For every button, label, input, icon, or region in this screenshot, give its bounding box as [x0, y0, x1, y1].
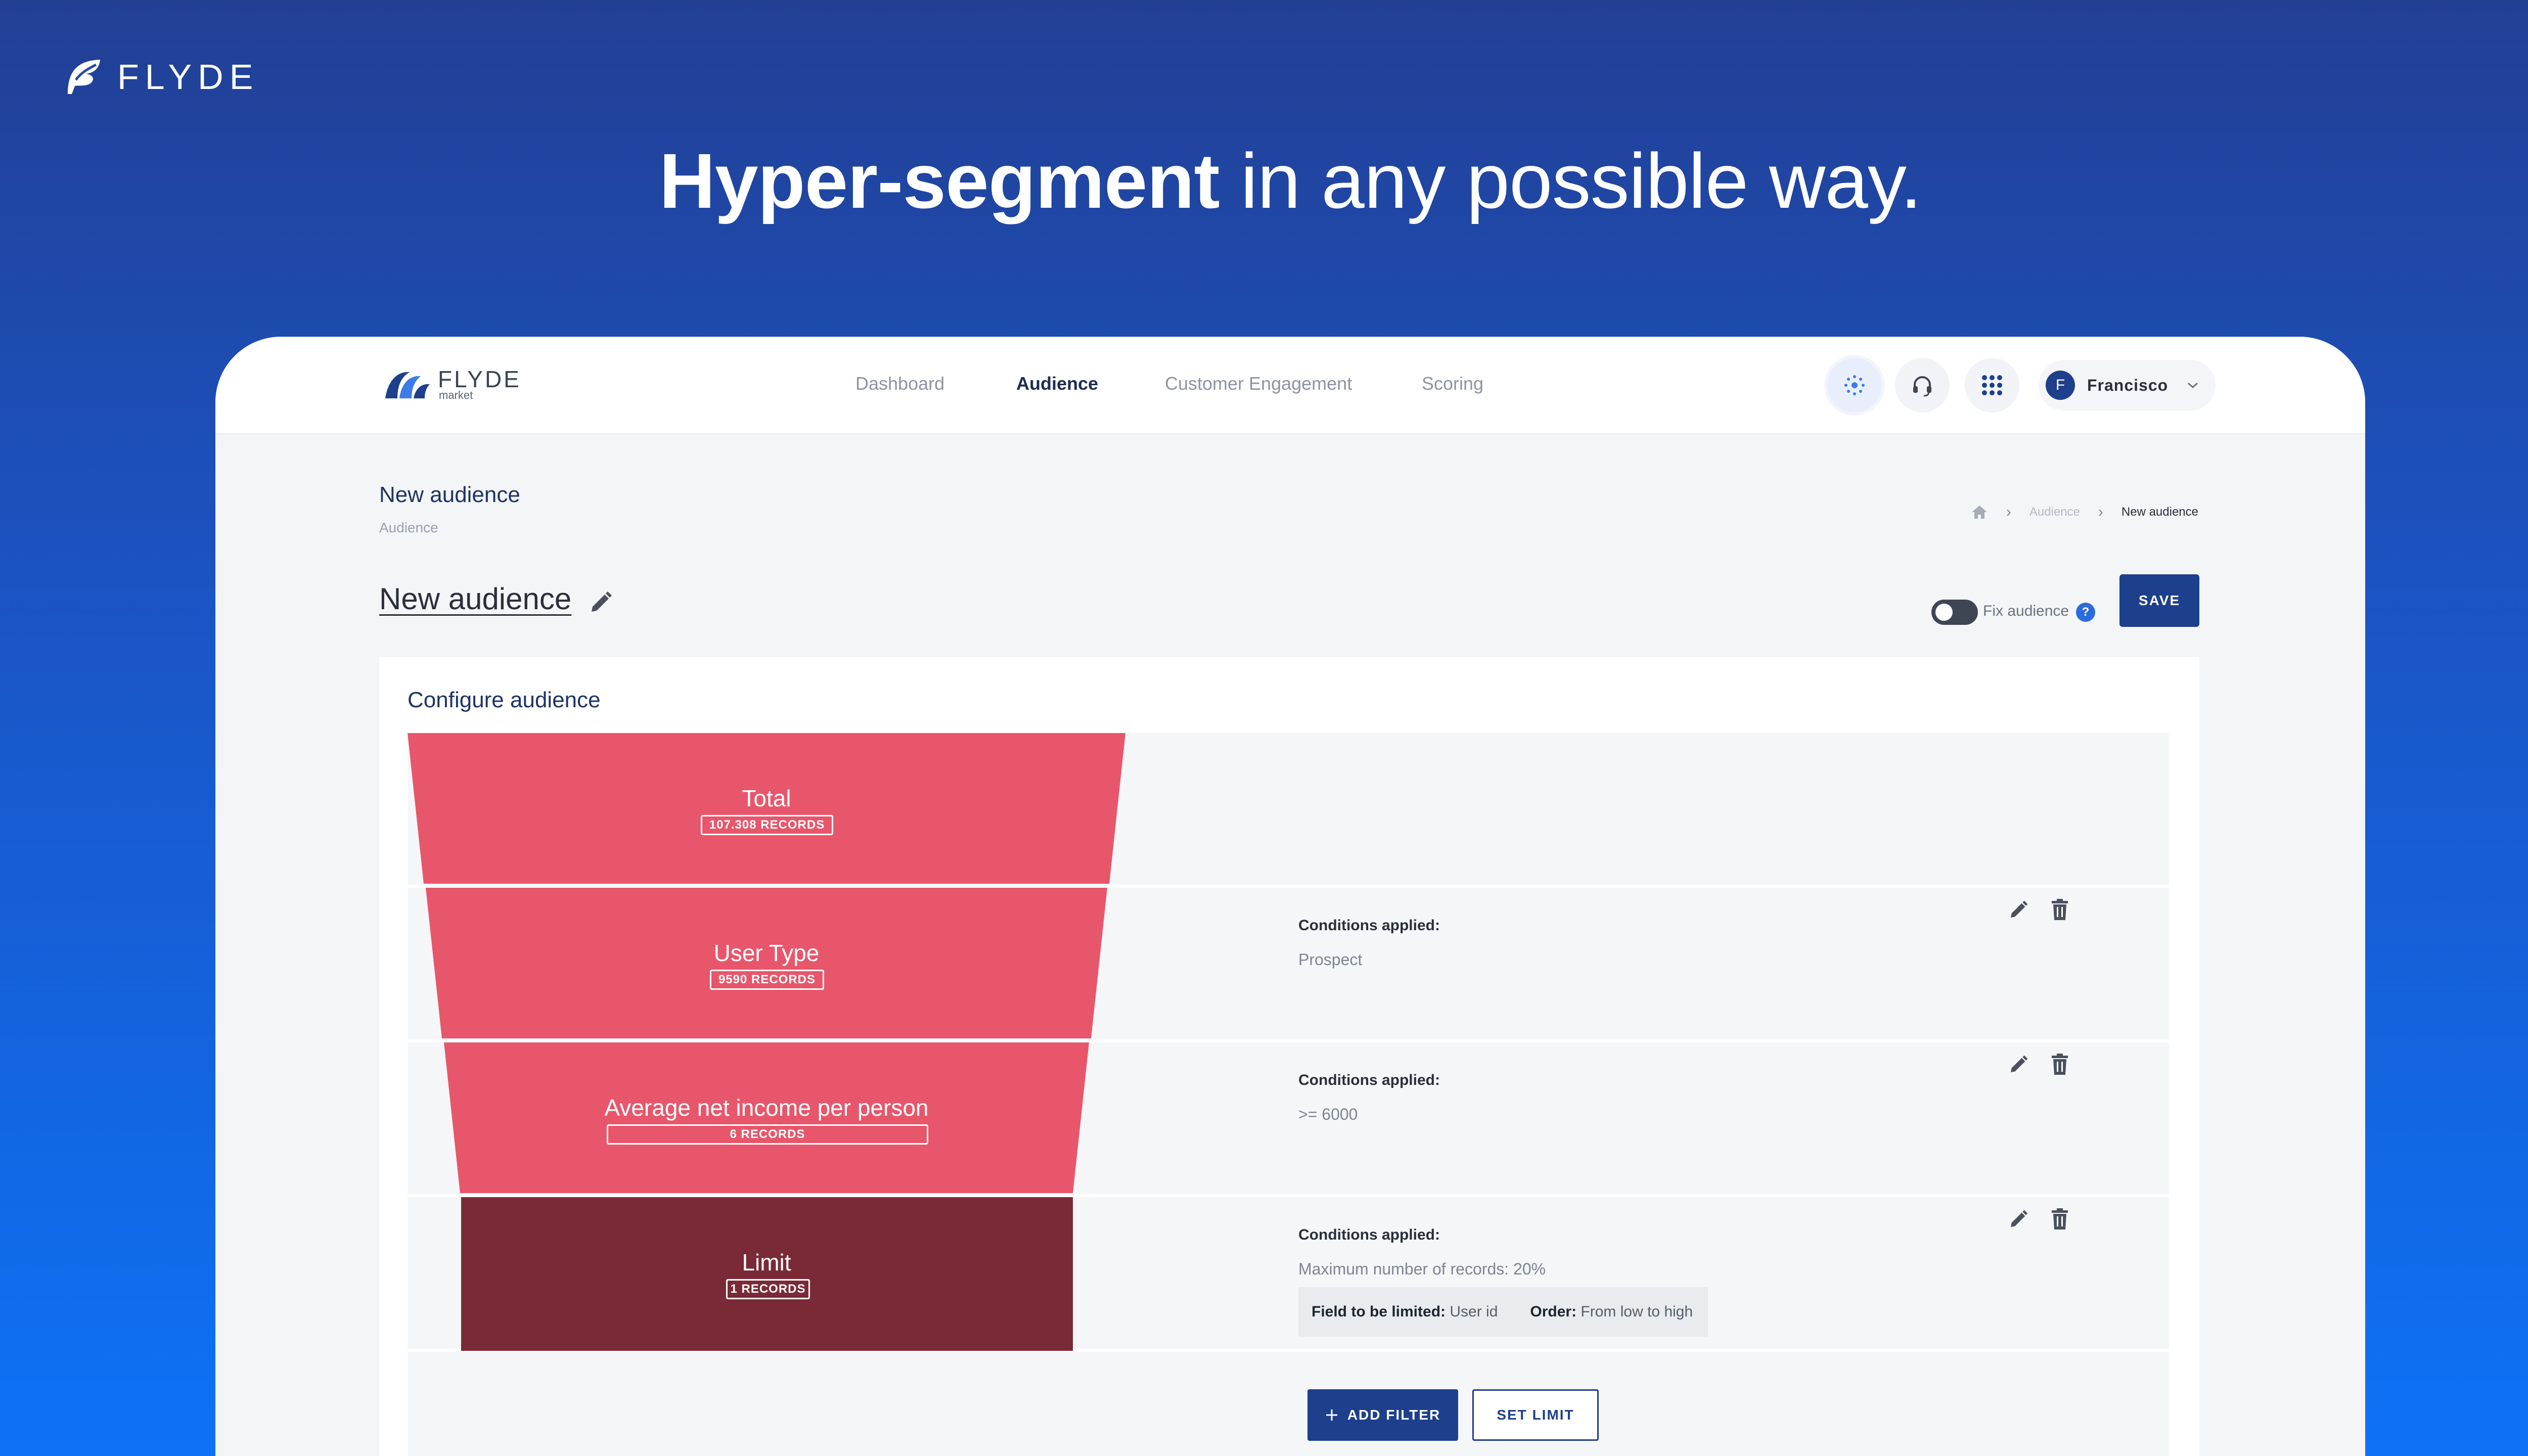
- nav-audience[interactable]: Audience: [1016, 373, 1098, 394]
- stage-records-total: 107.308 RECORDS: [701, 815, 833, 835]
- audience-name[interactable]: New audience: [379, 581, 571, 616]
- trash-icon[interactable]: [2051, 899, 2069, 920]
- edit-icon[interactable]: [2008, 900, 2028, 920]
- help-icon[interactable]: ?: [2076, 603, 2095, 622]
- fix-audience-label: Fix audience: [1983, 603, 2069, 619]
- stage-label-total: Total: [742, 785, 791, 811]
- limit-field: Field to be limited: User id: [1312, 1303, 1498, 1321]
- configure-audience-card: Configure audience Total 107.308 RECORDS…: [379, 657, 2199, 1456]
- top-navbar: FLYDE market Dashboard Audience Customer…: [215, 337, 2365, 435]
- set-limit-button[interactable]: SET LIMIT: [1472, 1389, 1599, 1441]
- trash-icon[interactable]: [2051, 1208, 2069, 1230]
- nav-dashboard[interactable]: Dashboard: [855, 373, 944, 394]
- ai-button[interactable]: [1827, 358, 1882, 413]
- configure-title: Configure audience: [408, 688, 601, 712]
- ai-icon: [1844, 375, 1865, 395]
- nav-customer-engagement[interactable]: Customer Engagement: [1165, 373, 1352, 394]
- funnel-row: [408, 1352, 2169, 1456]
- user-menu[interactable]: F Francisco: [2039, 360, 2216, 411]
- stage-records-limit: 1 RECORDS: [726, 1279, 810, 1299]
- avatar: F: [2046, 371, 2075, 400]
- condition-value: >= 6000: [1298, 1105, 1358, 1123]
- order-value: From low to high: [1581, 1303, 1693, 1320]
- breadcrumb-separator-icon: ›: [2006, 504, 2011, 520]
- add-filter-label: ADD FILTER: [1347, 1407, 1441, 1423]
- limit-field-label: Field to be limited:: [1312, 1303, 1446, 1320]
- apps-grid-icon: [1982, 375, 2002, 395]
- save-button[interactable]: SAVE: [2119, 574, 2199, 627]
- edit-icon[interactable]: [2008, 1055, 2028, 1075]
- stage-label-user-type: User Type: [713, 940, 820, 966]
- conditions-title: Conditions applied:: [1298, 1072, 1440, 1088]
- apps-button[interactable]: [1965, 358, 2019, 413]
- breadcrumb-current: New audience: [2121, 505, 2198, 519]
- headline-rest: in any possible way.: [1219, 138, 1922, 224]
- app-logo-name: FLYDE: [438, 366, 521, 392]
- flyde-market-logo-icon: [385, 372, 430, 398]
- conditions-title: Conditions applied:: [1298, 1226, 1440, 1243]
- breadcrumb-audience[interactable]: Audience: [2029, 505, 2080, 519]
- limit-order: Order: From low to high: [1530, 1303, 1693, 1321]
- brand-logo: FLYDE: [66, 57, 259, 97]
- edit-icon[interactable]: [2008, 1209, 2028, 1230]
- fix-audience-toggle[interactable]: [1931, 600, 1978, 625]
- limit-field-value: User id: [1450, 1303, 1498, 1320]
- conditions-title: Conditions applied:: [1298, 917, 1440, 934]
- stage-records-user-type: 9590 RECORDS: [710, 970, 824, 990]
- home-icon[interactable]: [1971, 505, 1988, 520]
- edit-name-icon[interactable]: [589, 590, 613, 615]
- stage-label-limit: Limit: [742, 1249, 791, 1276]
- headline: Hyper-segment in any possible way.: [0, 136, 2528, 226]
- stage-records-income: 6 RECORDS: [607, 1124, 928, 1145]
- order-label: Order:: [1530, 1303, 1577, 1320]
- page-subtitle: Audience: [379, 520, 438, 535]
- stage-label-income: Average net income per person: [604, 1095, 929, 1121]
- limit-details: Field to be limited: User id Order: From…: [1298, 1287, 1708, 1337]
- headline-bold: Hyper-segment: [659, 138, 1220, 224]
- support-button[interactable]: [1895, 358, 1950, 413]
- app-window: FLYDE market Dashboard Audience Customer…: [215, 337, 2365, 1456]
- plus-icon: [1326, 1409, 1337, 1421]
- user-name: Francisco: [2087, 376, 2169, 394]
- condition-value: Prospect: [1298, 950, 1363, 969]
- page-title: New audience: [379, 482, 520, 507]
- headset-icon: [1913, 376, 1931, 397]
- breadcrumb: › Audience › New audience: [1971, 504, 2198, 521]
- condition-value: Maximum number of records: 20%: [1298, 1260, 1546, 1278]
- brand-name: FLYDE: [117, 57, 259, 97]
- flyde-leaf-icon: [68, 60, 100, 94]
- trash-icon[interactable]: [2051, 1054, 2069, 1075]
- app-logo[interactable]: FLYDE market: [384, 366, 521, 401]
- nav-scoring[interactable]: Scoring: [1422, 373, 1483, 394]
- chevron-down-icon: [2188, 382, 2198, 389]
- breadcrumb-separator-icon: ›: [2098, 504, 2103, 520]
- add-filter-button[interactable]: ADD FILTER: [1307, 1389, 1458, 1441]
